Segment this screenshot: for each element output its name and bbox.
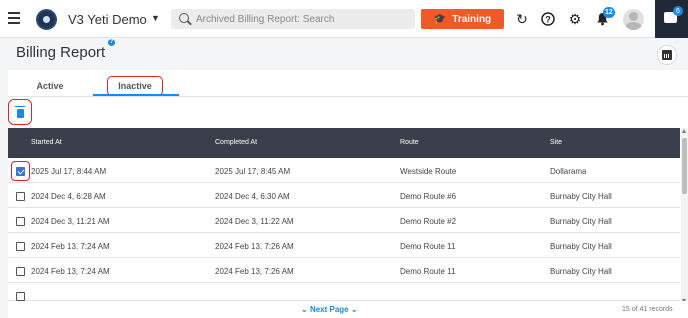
cell-site: Burnaby City Hall (550, 242, 612, 251)
cell-completed: 2024 Dec 3, 11:22 AM (215, 217, 294, 226)
calculator-icon (662, 50, 672, 60)
column-header-completed[interactable]: Completed At (215, 139, 257, 146)
app-logo-icon[interactable] (36, 9, 57, 30)
row-checkbox[interactable] (16, 292, 25, 301)
row-checkbox[interactable] (16, 242, 25, 251)
table-row-partial[interactable] (8, 284, 680, 301)
cell-completed: 2024 Feb 13, 7:26 AM (215, 242, 294, 251)
avatar[interactable] (623, 9, 644, 30)
trash-icon (15, 105, 25, 118)
cell-site: Burnaby City Hall (550, 217, 612, 226)
cell-started: 2025 Jul 17, 8:44 AM (31, 167, 107, 176)
cell-route: Demo Route #6 (400, 192, 457, 201)
cell-site: Burnaby City Hall (550, 267, 612, 276)
cell-completed: 2025 Jul 17, 8:45 AM (215, 167, 291, 176)
table-row[interactable]: 2024 Dec 4, 6:28 AM 2024 Dec 4, 6:30 AM … (8, 184, 680, 208)
next-page-label: Next Page (309, 305, 349, 314)
column-header-site[interactable]: Site (550, 139, 562, 146)
next-page-button[interactable]: ⌄ Next Page ⌄ (301, 305, 358, 314)
gear-icon[interactable]: ⚙ (567, 11, 583, 27)
cell-route: Demo Route 11 (400, 242, 456, 251)
cell-started: 2024 Dec 4, 6:28 AM (31, 192, 106, 201)
cell-completed: 2024 Feb 13, 7:26 AM (215, 267, 294, 276)
cell-route: Demo Route #2 (400, 217, 457, 226)
chat-panel-toggle[interactable]: 6 (655, 0, 688, 38)
delete-button[interactable] (8, 99, 32, 125)
cell-started: 2024 Feb 13, 7:24 AM (31, 242, 110, 251)
chevron-down-icon: ⌄ (350, 305, 358, 314)
search-box[interactable] (171, 9, 415, 29)
row-checkbox[interactable] (16, 217, 25, 226)
cell-started: 2024 Dec 3, 11:21 AM (31, 217, 110, 226)
cell-site: Burnaby City Hall (550, 192, 612, 201)
cell-site: Dollarama (550, 167, 587, 176)
chevron-down-icon: ⌄ (301, 305, 308, 314)
cell-completed: 2024 Dec 4, 6:30 AM (215, 192, 290, 201)
row-checkbox[interactable] (16, 167, 25, 176)
column-header-started[interactable]: Started At (31, 139, 62, 146)
help-icon[interactable]: ? (108, 39, 115, 46)
tabs-divider (8, 96, 688, 97)
refresh-icon[interactable]: ↻ (514, 11, 530, 27)
table-header: Started At Completed At Route Site (8, 128, 680, 158)
cell-started: 2024 Feb 13, 7:24 AM (31, 267, 110, 276)
training-label: Training (452, 13, 492, 25)
training-button[interactable]: 🎓 Training (421, 9, 504, 29)
app-title[interactable]: V3 Yeti Demo (68, 12, 147, 27)
tab-inactive[interactable]: Inactive (107, 76, 163, 96)
cell-route: Westside Route (400, 167, 457, 176)
top-bar: V3 Yeti Demo ▼ 🎓 Training ↻ ? ⚙ 12 6 (0, 0, 688, 38)
search-icon (179, 13, 189, 23)
table-row[interactable]: 2024 Dec 3, 11:21 AM 2024 Dec 3, 11:22 A… (8, 209, 680, 233)
report-card: Active Inactive Started At Completed At … (8, 70, 688, 318)
records-count: 15 of 41 records (622, 306, 673, 313)
row-checkbox[interactable] (16, 192, 25, 201)
graduation-cap-icon: 🎓 (433, 13, 447, 25)
page-title: Billing Report (16, 44, 106, 61)
vertical-scrollbar[interactable] (681, 128, 688, 304)
calculator-button[interactable] (657, 45, 677, 65)
scrollbar-thumb[interactable] (682, 138, 687, 194)
table-row[interactable]: 2025 Jul 17, 8:44 AM 2025 Jul 17, 8:45 A… (8, 159, 680, 183)
help-circle-icon[interactable]: ? (540, 11, 556, 27)
row-checkbox[interactable] (16, 267, 25, 276)
notification-badge: 12 (603, 7, 615, 18)
table-row[interactable]: 2024 Feb 13, 7:24 AM 2024 Feb 13, 7:26 A… (8, 234, 680, 258)
table-row[interactable]: 2024 Feb 13, 7:24 AM 2024 Feb 13, 7:26 A… (8, 259, 680, 283)
cell-route: Demo Route 11 (400, 267, 456, 276)
chevron-down-icon[interactable]: ▼ (151, 13, 160, 23)
chat-badge: 6 (673, 6, 683, 16)
menu-icon[interactable] (8, 12, 20, 24)
svg-text:?: ? (545, 15, 551, 25)
search-input[interactable] (196, 12, 408, 26)
scroll-up-arrow-icon[interactable] (682, 129, 686, 133)
tab-active[interactable]: Active (28, 76, 72, 96)
column-header-route[interactable]: Route (400, 139, 419, 146)
